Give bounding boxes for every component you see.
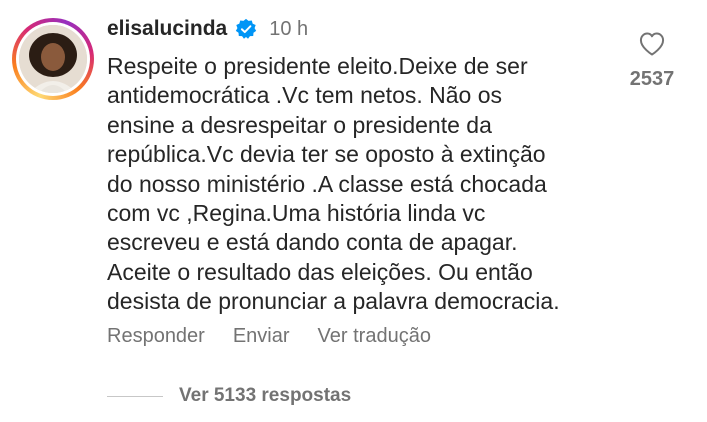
like-count: 2537: [629, 68, 675, 90]
avatar-story-ring[interactable]: [12, 18, 94, 100]
comment-timestamp: 10 h: [269, 17, 309, 40]
send-button[interactable]: Enviar: [233, 325, 290, 348]
view-replies-label[interactable]: Ver 5133 respostas: [179, 385, 351, 407]
verified-badge-icon: [235, 18, 257, 40]
like-section: 2537: [622, 30, 682, 91]
heart-icon[interactable]: [637, 30, 667, 58]
comment-text: Respeite o presidente eleito.Deixe de se…: [107, 53, 560, 315]
reply-button[interactable]: Responder: [107, 325, 205, 348]
translate-button[interactable]: Ver tradução: [318, 325, 431, 348]
comment-header: elisalucinda 10 h: [107, 14, 308, 44]
avatar-image: [19, 25, 87, 93]
username[interactable]: elisalucinda: [107, 17, 227, 41]
comment: elisalucinda 10 h Respeite o presidente …: [0, 0, 707, 422]
replies-divider: [107, 395, 163, 397]
avatar[interactable]: [19, 25, 87, 93]
view-replies[interactable]: Ver 5133 respostas: [107, 385, 351, 407]
comment-actions: Responder Enviar Ver tradução: [107, 325, 431, 348]
